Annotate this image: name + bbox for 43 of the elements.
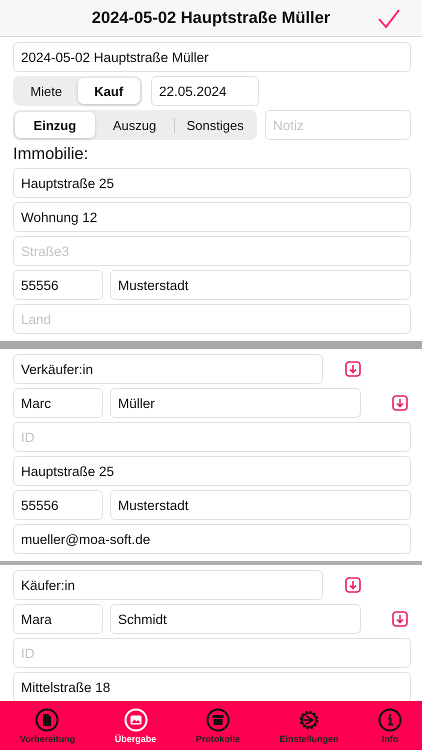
checkmark-icon[interactable] bbox=[378, 9, 400, 29]
last-name-field[interactable]: Schmidt bbox=[110, 604, 361, 634]
street-field[interactable]: Wohnung 12 bbox=[13, 202, 411, 232]
city-field[interactable]: Musterstadt bbox=[110, 270, 411, 300]
tab-button[interactable]: Protokolle bbox=[196, 708, 240, 744]
segment-button[interactable]: Kauf bbox=[78, 78, 140, 104]
tab-button[interactable]: Einstellungen bbox=[280, 708, 339, 744]
segment-button[interactable]: Miete bbox=[15, 78, 78, 104]
segment-button[interactable]: Einzug bbox=[15, 112, 95, 138]
first-name-field[interactable]: Mara bbox=[13, 604, 103, 634]
date-field[interactable]: 22.05.2024 bbox=[151, 76, 259, 106]
zip-field[interactable]: 55556 bbox=[13, 490, 103, 520]
section-heading: Immobilie: bbox=[13, 145, 90, 164]
id-field[interactable]: ID bbox=[13, 638, 411, 668]
role-field[interactable]: Verkäufer:in bbox=[13, 354, 323, 384]
street-field[interactable]: Hauptstraße 25 bbox=[13, 456, 411, 486]
download-icon[interactable] bbox=[392, 395, 408, 411]
info-icon bbox=[378, 708, 402, 732]
note-field[interactable]: Notiz bbox=[265, 110, 411, 140]
street-field[interactable]: Hauptstraße 25 bbox=[13, 168, 411, 198]
first-name-field[interactable]: Marc bbox=[13, 388, 103, 418]
street-field[interactable]: Mittelstraße 18 bbox=[13, 672, 411, 701]
tab-button[interactable]: Vorbereitung bbox=[20, 708, 76, 744]
zip-field[interactable]: 55556 bbox=[13, 270, 103, 300]
email-field[interactable]: mueller@moa-soft.de bbox=[13, 524, 411, 554]
city-field[interactable]: Musterstadt bbox=[110, 490, 411, 520]
photo-icon bbox=[124, 708, 148, 732]
tab-button[interactable]: Info bbox=[378, 708, 402, 744]
archive-icon bbox=[206, 708, 230, 732]
download-icon[interactable] bbox=[345, 361, 361, 377]
id-field[interactable]: ID bbox=[13, 422, 411, 452]
role-field[interactable]: Käufer:in bbox=[13, 570, 323, 600]
country-field[interactable]: Land bbox=[13, 304, 411, 334]
last-name-field[interactable]: Müller bbox=[110, 388, 361, 418]
tab-button[interactable]: Übergabe bbox=[114, 708, 156, 744]
download-icon[interactable] bbox=[392, 611, 408, 627]
street-field[interactable]: Straße3 bbox=[13, 236, 411, 266]
download-icon[interactable] bbox=[345, 577, 361, 593]
name-field[interactable]: 2024-05-02 Hauptstraße Müller bbox=[13, 42, 411, 72]
segment-button[interactable]: Sonstiges bbox=[175, 112, 256, 138]
document-icon bbox=[35, 708, 60, 732]
segment-button[interactable]: Auszug bbox=[94, 112, 174, 138]
screen-title: 2024-05-02 Hauptstraße Müller bbox=[92, 8, 330, 28]
